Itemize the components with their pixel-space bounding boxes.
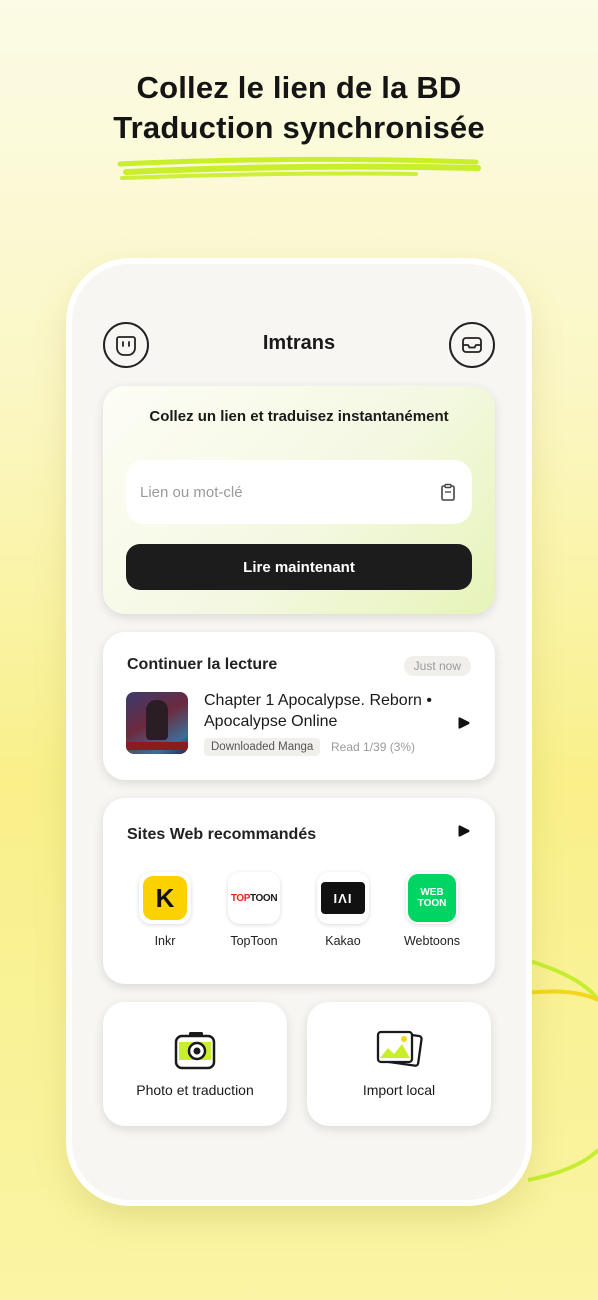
downloaded-tag: Downloaded Manga	[204, 738, 321, 756]
site-label: Webtoons	[403, 934, 461, 948]
headline-line-1: Collez le lien de la BD	[136, 70, 462, 105]
recommended-sites-card: Sites Web recommandés K Inkr TOP TOON Top…	[103, 798, 495, 984]
continue-reading-card[interactable]: Continuer la lecture Just now Chapter 1 …	[103, 632, 495, 780]
more-sites-arrow-icon[interactable]	[457, 824, 471, 838]
app-header: Imtrans	[72, 322, 526, 368]
link-search-input[interactable]	[140, 483, 438, 501]
reading-progress: Read 1/39 (3%)	[331, 740, 416, 754]
photo-translate-label: Photo et traduction	[136, 1082, 254, 1098]
clipboard-icon[interactable]	[438, 482, 458, 502]
search-box[interactable]	[126, 460, 472, 524]
kakao-logo-icon[interactable]: IΛI	[317, 872, 369, 924]
photo-translate-tile[interactable]: Photo et traduction	[103, 1002, 287, 1126]
phone-frame: Imtrans Collez un lien et traduisez inst…	[72, 264, 526, 1200]
local-import-label: Import local	[362, 1082, 436, 1098]
site-item-kakao[interactable]: IΛI Kakao	[303, 872, 383, 948]
time-badge: Just now	[403, 656, 471, 676]
paste-link-card: Collez un lien et traduisez instantanéme…	[103, 386, 495, 614]
read-now-button[interactable]: Lire maintenant	[126, 544, 472, 590]
image-gallery-icon	[376, 1030, 423, 1067]
continue-reading-title: Continuer la lecture	[127, 656, 278, 673]
recommended-sites-title: Sites Web recommandés	[127, 826, 317, 843]
paste-card-title: Collez un lien et traduisez instantanéme…	[149, 408, 449, 425]
site-label: Inkr	[154, 934, 176, 948]
site-item-toptoon[interactable]: TOP TOON TopToon	[214, 872, 294, 948]
site-item-webtoons[interactable]: WEB TOON Webtoons	[392, 872, 472, 948]
camera-icon	[174, 1032, 216, 1070]
highlight-underline	[117, 156, 481, 180]
manga-cover-thumbnail[interactable]	[126, 692, 188, 754]
chapter-title[interactable]: Chapter 1 Apocalypse. Reborn • Apocalyps…	[204, 690, 454, 732]
site-item-inkr[interactable]: K Inkr	[125, 872, 205, 948]
inbox-button[interactable]	[449, 322, 495, 368]
site-label: Kakao	[325, 934, 361, 948]
site-label: TopToon	[230, 934, 278, 948]
headline: Collez le lien de la BD Traduction synch…	[0, 68, 598, 148]
webtoon-logo-icon[interactable]: WEB TOON	[406, 872, 458, 924]
headline-line-2: Traduction synchronisée	[113, 110, 485, 145]
play-icon[interactable]	[457, 716, 471, 730]
inkr-logo-icon[interactable]: K	[139, 872, 191, 924]
local-import-tile[interactable]: Import local	[307, 1002, 491, 1126]
toptoon-logo-icon[interactable]: TOP TOON	[228, 872, 280, 924]
inbox-tray-icon	[462, 337, 482, 353]
